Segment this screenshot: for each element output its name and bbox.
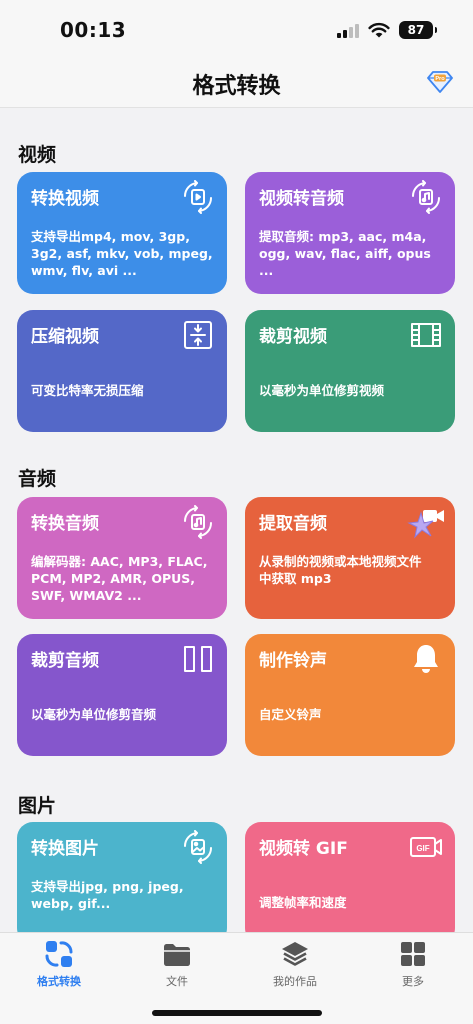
card-title: 裁剪音频 [31, 651, 99, 671]
film-strip-icon [411, 323, 441, 347]
signal-icon [337, 23, 359, 38]
section-title-audio: 音频 [18, 468, 57, 490]
card-title: 压缩视频 [31, 327, 99, 347]
card-title: 制作铃声 [259, 651, 327, 671]
compress-video-card[interactable]: 压缩视频 可变比特率无损压缩 [17, 310, 227, 432]
home-indicator [152, 1010, 322, 1016]
make-ringtone-card[interactable]: 制作铃声 自定义铃声 [245, 634, 455, 756]
card-description: 支持导出jpg, png, jpeg, webp, gif... [31, 879, 184, 911]
card-description: 调整帧率和速度 [259, 895, 347, 910]
tab-bar: 格式转换 文件 我的作品 更多 [0, 932, 473, 1024]
pro-diamond-icon[interactable]: Pro [427, 70, 453, 94]
tab-label: 格式转换 [37, 975, 81, 988]
extract-audio-card[interactable]: 提取音频 从录制的视频或本地视频文件 中获取 mp3 [245, 497, 455, 619]
battery-indicator: 87 [399, 21, 437, 39]
tab-files[interactable]: 文件 [118, 939, 236, 989]
page-title: 格式转换 [192, 74, 281, 99]
convert-image-card[interactable]: 转换图片 支持导出jpg, png, jpeg, webp, gif... [17, 822, 227, 932]
video-to-audio-card[interactable]: 视频转音频 提取音频: mp3, aac, m4a, ogg, wav, fla… [245, 172, 455, 294]
card-description: 提取音频: mp3, aac, m4a, ogg, wav, flac, aif… [259, 229, 431, 278]
trim-audio-icon [184, 646, 212, 672]
convert-video-icon [183, 180, 213, 214]
gif-icon: GIF [410, 837, 442, 857]
content-area[interactable]: 视频 转换视频 支持导出mp4, mov, 3gp, 3g2, asf, mkv… [0, 108, 473, 932]
convert-audio-card[interactable]: 转换音频 编解码器: AAC, MP3, FLAC, PCM, MP2, AMR… [17, 497, 227, 619]
card-description: 从录制的视频或本地视频文件 中获取 mp3 [259, 554, 422, 586]
tab-convert[interactable]: 格式转换 [0, 939, 118, 989]
wifi-icon [368, 22, 390, 38]
section-title-video: 视频 [18, 144, 57, 166]
trim-video-card[interactable]: 裁剪视频 以毫秒为单位修剪视频 [245, 310, 455, 432]
trim-audio-card[interactable]: 裁剪音频 以毫秒为单位修剪音频 [17, 634, 227, 756]
extract-audio-icon [407, 510, 444, 539]
convert-tab-icon [45, 941, 73, 967]
nav-bar: 格式转换 Pro [0, 58, 473, 108]
tab-more[interactable]: 更多 [354, 939, 472, 989]
card-description: 可变比特率无损压缩 [31, 383, 144, 398]
convert-audio-icon [183, 505, 213, 539]
compress-icon [184, 321, 212, 349]
convert-video-card[interactable]: 转换视频 支持导出mp4, mov, 3gp, 3g2, asf, mkv, v… [17, 172, 227, 294]
status-time: 00:13 [60, 18, 127, 42]
bell-icon [414, 645, 438, 673]
card-title: 视频转音频 [259, 189, 344, 209]
card-title: 转换视频 [31, 189, 99, 209]
card-description: 编解码器: AAC, MP3, FLAC, PCM, MP2, AMR, OPU… [31, 554, 208, 603]
tab-label: 文件 [166, 975, 188, 988]
card-description: 以毫秒为单位修剪视频 [259, 383, 385, 398]
tab-label: 我的作品 [273, 975, 317, 988]
video-to-gif-card[interactable]: 视频转 GIF GIF 调整帧率和速度 [245, 822, 455, 932]
video-to-audio-icon [411, 180, 441, 214]
card-title: 裁剪视频 [259, 327, 327, 347]
folder-icon [164, 944, 190, 966]
tab-label: 更多 [402, 975, 424, 988]
tab-my-works[interactable]: 我的作品 [236, 939, 354, 989]
grid-icon [401, 942, 425, 966]
layers-icon [282, 942, 308, 966]
card-description: 以毫秒为单位修剪音频 [31, 707, 157, 722]
status-bar: 00:13 87 [0, 0, 473, 58]
section-title-image: 图片 [18, 795, 57, 817]
pro-badge-label: Pro [435, 76, 445, 82]
card-title: 视频转 GIF [259, 839, 348, 859]
card-description: 支持导出mp4, mov, 3gp, 3g2, asf, mkv, vob, m… [31, 229, 213, 278]
status-icons: 87 [337, 21, 437, 39]
card-title: 提取音频 [259, 514, 327, 534]
card-title: 转换图片 [31, 839, 99, 859]
svg-text:GIF: GIF [416, 844, 429, 853]
card-description: 自定义铃声 [259, 707, 322, 722]
card-title: 转换音频 [31, 514, 99, 534]
convert-image-icon [183, 830, 213, 864]
